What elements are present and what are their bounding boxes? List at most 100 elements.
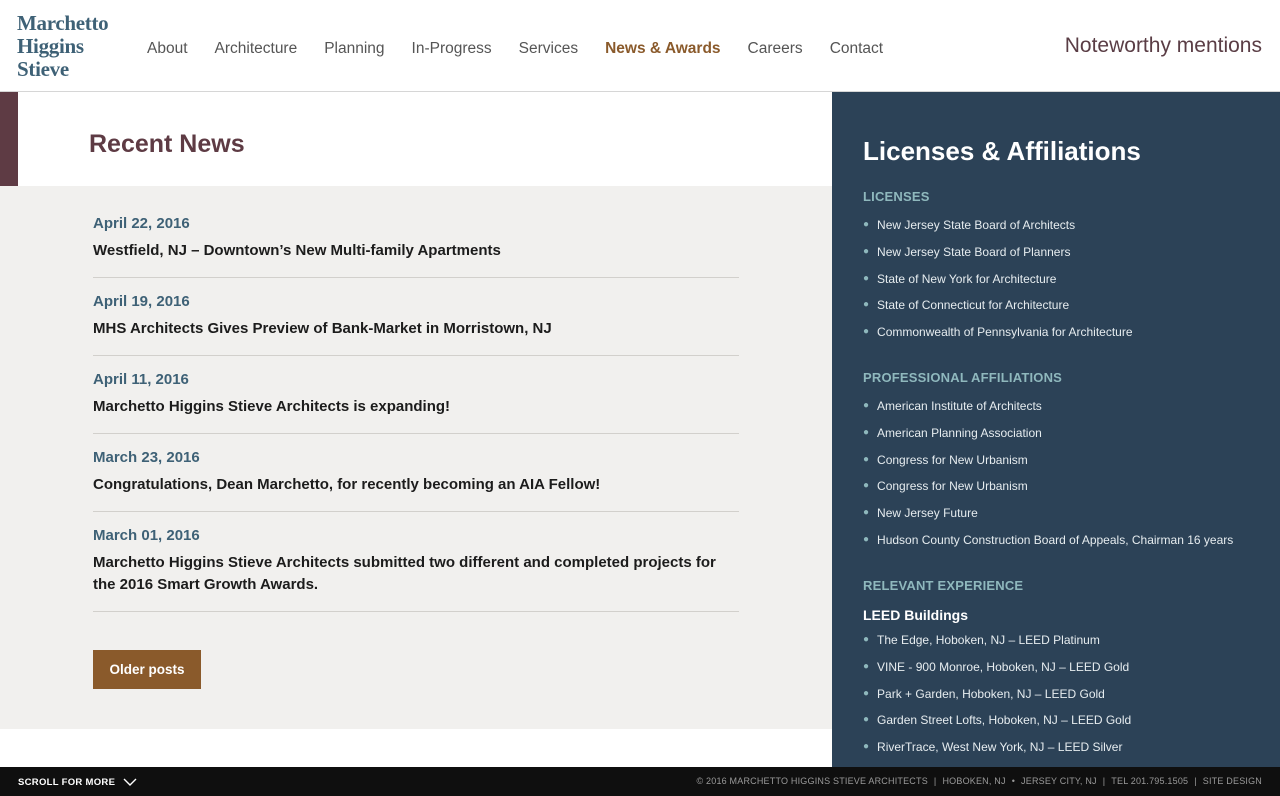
bullet-icon: ●: [863, 687, 870, 699]
footer-location-jersey-city: JERSEY CITY, NJ: [1021, 776, 1097, 786]
list-item-label: The Edge, Hoboken, NJ – LEED Platinum: [877, 633, 1100, 647]
bullet-icon: ●: [863, 634, 870, 645]
logo-line-2: Higgins: [17, 34, 84, 58]
list-item: ● State of Connecticut for Architecture: [863, 298, 1263, 325]
nav-careers[interactable]: Careers: [748, 40, 803, 58]
list-item-label: New Jersey State Board of Planners: [877, 244, 1071, 259]
list-item-label: VINE - 900 Monroe, Hoboken, NJ – LEED Go…: [877, 659, 1130, 674]
bullet-icon: ●: [863, 741, 870, 753]
licenses-list: ● New Jersey State Board of Architects ● N…: [863, 218, 1263, 352]
logo-line-1: Marchetto: [17, 11, 109, 35]
page-tagline: Noteworthy mentions: [1064, 34, 1262, 57]
nav-in-progress[interactable]: In-Progress: [412, 40, 492, 58]
bullet-icon: ●: [863, 660, 870, 672]
news-headline-link[interactable]: Marchetto Higgins Stieve Architects is e…: [93, 396, 739, 418]
chevron-down-icon: [123, 778, 137, 786]
site-logo[interactable]: Marchetto Higgins Stieve: [17, 11, 109, 81]
list-item: ● State of New York for Architecture: [863, 272, 1263, 299]
news-item[interactable]: March 23, 2016 Congratulations, Dean Mar…: [93, 448, 739, 512]
news-date: April 19, 2016: [93, 293, 190, 310]
sidebar-title: Licenses & Affiliations: [863, 136, 1141, 166]
bullet-icon: ●: [863, 299, 870, 311]
list-item-label: Garden Street Lofts, Hoboken, NJ – LEED …: [877, 713, 1132, 728]
page-title: Recent News: [89, 130, 245, 158]
news-list: April 22, 2016 Westfield, NJ – Downtown’…: [93, 214, 739, 626]
nav-planning[interactable]: Planning: [324, 40, 384, 58]
nav-news-awards[interactable]: News & Awards: [605, 40, 720, 58]
list-item: ● New Jersey State Board of Architects: [863, 218, 1263, 245]
list-item: ● Hudson County Construction Board of App…: [863, 533, 1263, 560]
list-item-label: New Jersey Future: [877, 506, 978, 521]
footer-info: © 2016 MARCHETTO HIGGINS STIEVE ARCHITEC…: [696, 776, 1262, 786]
footer-location-hoboken: HOBOKEN, NJ: [942, 776, 1006, 786]
affiliations-section: PROFESSIONAL AFFILIATIONS ● American Inst…: [863, 370, 1263, 560]
news-date: April 11, 2016: [93, 371, 189, 388]
bullet-icon: ●: [863, 533, 870, 545]
licenses-sidebar: Licenses & Affiliations LICENSES ● New Je…: [832, 92, 1280, 767]
site-header: Marchetto Higgins Stieve About Architect…: [0, 0, 1280, 92]
experience-section: RELEVANT EXPERIENCE LEED Buildings ● The …: [863, 578, 1263, 767]
main-nav: About Architecture Planning In-Progress …: [147, 40, 910, 58]
nav-services[interactable]: Services: [519, 40, 578, 58]
experience-list: ● The Edge, Hoboken, NJ – LEED Platinum ●…: [863, 633, 1263, 767]
list-item: ● RiverTrace, West New York, NJ – LEED Si…: [863, 740, 1263, 767]
logo-line-3: Stieve: [17, 57, 69, 81]
list-item-label: RiverTrace, West New York, NJ – LEED Sil…: [877, 740, 1123, 755]
list-item-label: State of New York for Architecture: [877, 271, 1057, 286]
list-item: ● Park + Garden, Hoboken, NJ – LEED Gold: [863, 687, 1263, 714]
list-item-label: Hudson County Construction Board of Appe…: [877, 532, 1234, 547]
scroll-for-more-button[interactable]: SCROLL FOR MORE: [18, 776, 137, 788]
affiliations-list: ● American Institute of Architects ● Ameri…: [863, 399, 1263, 560]
bullet-icon: ●: [863, 326, 870, 338]
list-item-label: Commonwealth of Pennsylvania for Archite…: [877, 325, 1133, 340]
news-date: April 22, 2016: [93, 215, 190, 232]
bullet-icon: ●: [863, 453, 870, 465]
list-item: ● VINE - 900 Monroe, Hoboken, NJ – LEED G…: [863, 660, 1263, 687]
list-item: ● American Planning Association: [863, 426, 1263, 453]
site-footer: SCROLL FOR MORE © 2016 MARCHETTO HIGGINS…: [0, 767, 1280, 796]
site-design-link[interactable]: SITE DESIGN: [1203, 776, 1262, 786]
title-accent-bar: [0, 92, 18, 186]
list-item-label: American Planning Association: [877, 425, 1042, 440]
news-item[interactable]: April 11, 2016 Marchetto Higgins Stieve …: [93, 370, 739, 434]
bullet-icon: ●: [863, 480, 870, 492]
experience-subheading: LEED Buildings: [863, 607, 968, 623]
list-item: ● Congress for New Urbanism: [863, 453, 1263, 480]
news-area: April 22, 2016 Westfield, NJ – Downtown’…: [0, 186, 832, 729]
list-item: ● American Institute of Architects: [863, 399, 1263, 426]
affiliations-heading: PROFESSIONAL AFFILIATIONS: [863, 370, 1063, 385]
list-item-label: Congress for New Urbanism: [877, 479, 1028, 494]
title-band: Recent News: [0, 92, 832, 186]
licenses-heading: LICENSES: [863, 189, 930, 204]
list-item-label: State of Connecticut for Architecture: [877, 298, 1070, 313]
bullet-icon: ●: [863, 245, 870, 257]
list-item-label: American Institute of Architects: [877, 399, 1042, 413]
experience-heading: RELEVANT EXPERIENCE: [863, 578, 1024, 593]
news-headline-link[interactable]: Westfield, NJ – Downtown’s New Multi-fam…: [93, 240, 739, 262]
nav-about[interactable]: About: [147, 40, 188, 58]
list-item-label: Park + Garden, Hoboken, NJ – LEED Gold: [877, 686, 1105, 701]
news-headline-link[interactable]: Marchetto Higgins Stieve Architects subm…: [93, 552, 739, 596]
news-date: March 01, 2016: [93, 527, 200, 544]
older-posts-button[interactable]: Older posts: [93, 650, 201, 689]
licenses-section: LICENSES ● New Jersey State Board of Arch…: [863, 189, 1263, 352]
bullet-icon: ●: [863, 272, 870, 284]
news-date: March 23, 2016: [93, 449, 200, 466]
news-headline-link[interactable]: Congratulations, Dean Marchetto, for rec…: [93, 474, 739, 496]
news-item[interactable]: March 01, 2016 Marchetto Higgins Stieve …: [93, 526, 739, 612]
list-item: ● Garden Street Lofts, Hoboken, NJ – LEED…: [863, 713, 1263, 740]
nav-architecture[interactable]: Architecture: [215, 40, 298, 58]
list-item-label: New Jersey State Board of Architects: [877, 218, 1076, 232]
copyright-text: © 2016 MARCHETTO HIGGINS STIEVE ARCHITEC…: [696, 776, 928, 786]
news-headline-link[interactable]: MHS Architects Gives Preview of Bank-Mar…: [93, 318, 739, 340]
footer-phone[interactable]: TEL 201.795.1505: [1111, 776, 1188, 786]
nav-contact[interactable]: Contact: [830, 40, 883, 58]
main-content: Recent News April 22, 2016 Westfield, NJ…: [0, 92, 832, 767]
bullet-icon: ●: [863, 219, 870, 230]
list-item: ● The Edge, Hoboken, NJ – LEED Platinum: [863, 633, 1263, 660]
news-item[interactable]: April 22, 2016 Westfield, NJ – Downtown’…: [93, 214, 739, 278]
list-item: ● New Jersey Future: [863, 506, 1263, 533]
list-item: ● Congress for New Urbanism: [863, 479, 1263, 506]
list-item: ● Commonwealth of Pennsylvania for Archit…: [863, 325, 1263, 352]
news-item[interactable]: April 19, 2016 MHS Architects Gives Prev…: [93, 292, 739, 356]
